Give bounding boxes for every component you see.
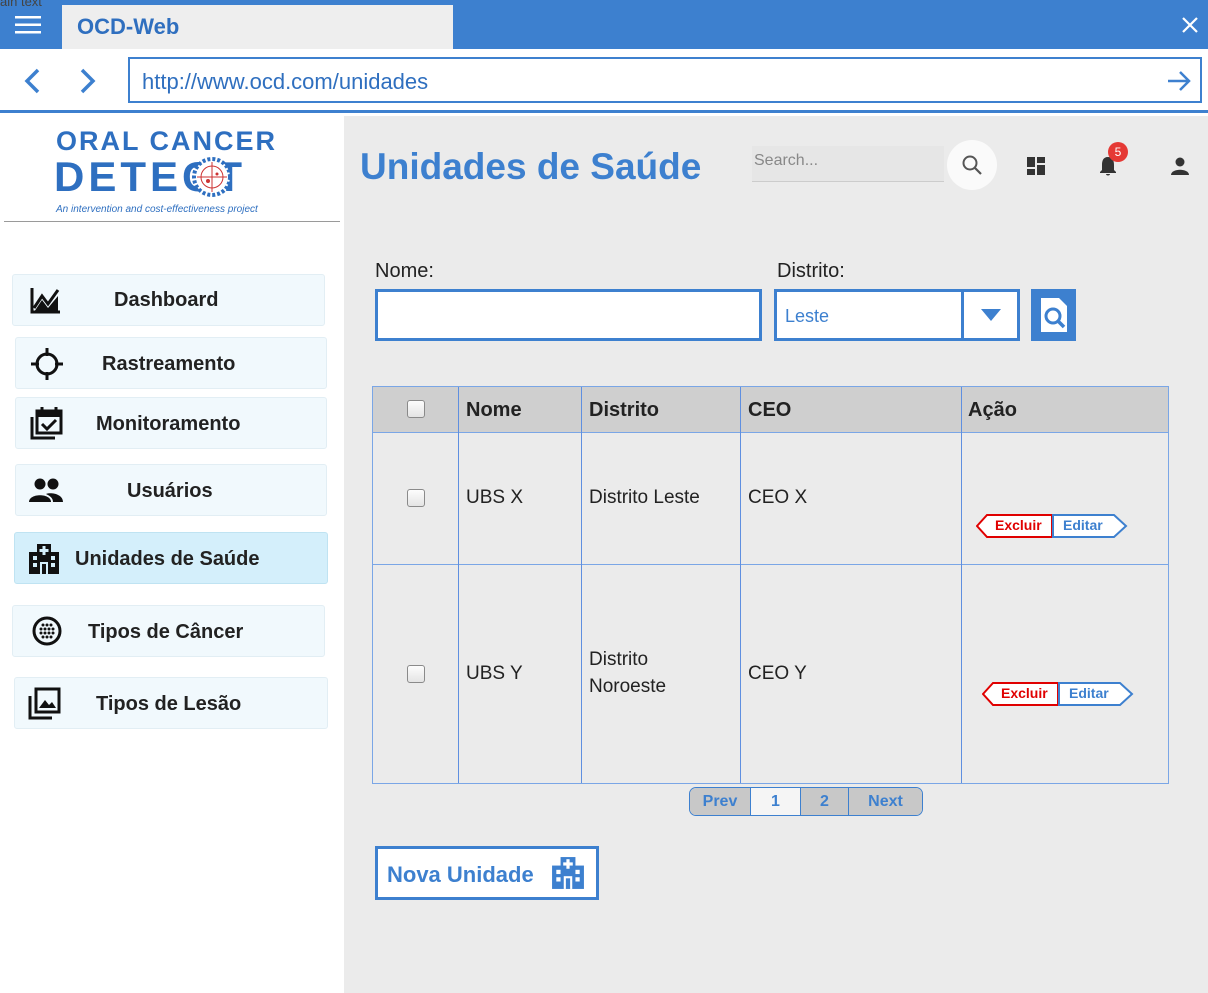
menu-icon[interactable]: [0, 5, 56, 45]
main-content: Unidades de Saúde Search... 5 Nome: Dist…: [344, 116, 1208, 993]
sidebar-item-label: Usuários: [127, 480, 213, 502]
district-select[interactable]: Leste: [774, 289, 1020, 341]
people-icon: [28, 472, 64, 508]
logo-tagline: An intervention and cost-effectiveness p…: [56, 204, 258, 215]
sidebar-item-usuarios[interactable]: Usuários: [15, 464, 327, 516]
sidebar-item-label: Monitoramento: [96, 413, 241, 435]
edit-label: Editar: [1069, 685, 1109, 701]
name-label: Nome:: [375, 260, 434, 282]
select-all-checkbox[interactable]: [407, 400, 425, 418]
hospital-icon: [26, 541, 62, 577]
search-filter-button[interactable]: [1031, 289, 1076, 341]
cell-ceo: CEO X: [748, 487, 808, 508]
edit-label: Editar: [1063, 517, 1103, 533]
delete-label: Excluir: [995, 517, 1042, 533]
hospital-icon: [552, 857, 584, 889]
browser-titlebar: OCD-Web: [0, 0, 1208, 49]
column-header-ceo: CEO: [748, 399, 792, 421]
sidebar-item-dashboard[interactable]: Dashboard: [12, 274, 325, 326]
document-search-icon: [1040, 298, 1067, 332]
forward-arrow-icon[interactable]: [72, 66, 102, 96]
notification-badge: 5: [1108, 142, 1128, 162]
sidebar-item-label: Dashboard: [114, 289, 219, 311]
corner-text: ain text: [0, 0, 42, 9]
sidebar-item-monitoramento[interactable]: Monitoramento: [15, 397, 327, 449]
column-header-acao: Ação: [968, 399, 1017, 421]
cell-distrito-line1: Distrito: [589, 649, 649, 670]
sidebar-item-tipos-cancer[interactable]: Tipos de Câncer: [12, 605, 325, 657]
page-title: Unidades de Saúde: [360, 146, 702, 187]
units-table: Nome Distrito CEO Ação UBS X Distrito Le…: [372, 386, 1169, 784]
sidebar-item-label: Unidades de Saúde: [75, 548, 260, 570]
url-text: http://www.ocd.com/unidades: [142, 69, 429, 94]
prev-page-button[interactable]: Prev: [690, 788, 751, 815]
back-arrow-icon[interactable]: [18, 66, 48, 96]
sidebar-item-label: Tipos de Lesão: [96, 693, 242, 715]
browser-tab[interactable]: OCD-Web: [62, 5, 453, 49]
page-2-button[interactable]: 2: [801, 788, 849, 815]
sidebar-item-label: Tipos de Câncer: [88, 621, 244, 643]
search-input[interactable]: Search...: [752, 146, 944, 182]
district-label: Distrito:: [777, 260, 845, 282]
dashboard-grid-icon[interactable]: [1016, 146, 1056, 186]
pagination: Prev 1 2 Next: [689, 787, 923, 816]
user-icon[interactable]: [1160, 146, 1200, 186]
cell-nome: UBS Y: [466, 663, 523, 684]
address-bar: http://www.ocd.com/unidades: [0, 49, 1208, 113]
sidebar-item-rastreamento[interactable]: Rastreamento: [15, 337, 327, 389]
next-page-button[interactable]: Next: [849, 788, 922, 815]
dotted-circle-icon: [29, 613, 65, 649]
new-unit-label: Nova Unidade: [387, 862, 534, 887]
tab-title: OCD-Web: [77, 14, 180, 39]
logo: ORAL CANCER DETECT An intervention and c…: [4, 116, 340, 222]
district-selected-value: Leste: [785, 306, 830, 326]
target-logo-icon: [192, 157, 232, 197]
sidebar-item-unidades[interactable]: Unidades de Saúde: [14, 532, 328, 584]
new-unit-button[interactable]: Nova Unidade: [375, 846, 599, 900]
sidebar: ORAL CANCER DETECT An intervention and c…: [0, 116, 344, 993]
page-1-button[interactable]: 1: [751, 788, 801, 815]
go-arrow-icon[interactable]: [1164, 66, 1194, 96]
column-header-distrito: Distrito: [589, 399, 659, 421]
crosshair-icon: [29, 346, 65, 382]
row-checkbox[interactable]: [407, 665, 425, 683]
cell-distrito: Distrito Leste: [589, 487, 700, 508]
sidebar-item-label: Rastreamento: [102, 353, 236, 375]
bell-icon[interactable]: 5: [1088, 142, 1128, 186]
name-input[interactable]: [375, 289, 762, 341]
cell-distrito-line2: Noroeste: [589, 676, 667, 697]
column-header-nome: Nome: [466, 399, 522, 421]
delete-button[interactable]: Excluir: [976, 513, 1054, 539]
calendar-check-icon: [28, 405, 64, 441]
sidebar-item-tipos-lesao[interactable]: Tipos de Lesão: [14, 677, 328, 729]
dropdown-arrow-icon[interactable]: [961, 292, 1017, 338]
photo-library-icon: [26, 686, 62, 722]
search-icon[interactable]: [947, 140, 997, 190]
edit-button[interactable]: Editar: [1052, 513, 1128, 539]
cell-ceo: CEO Y: [748, 663, 807, 684]
delete-button[interactable]: Excluir: [982, 681, 1060, 707]
chart-line-icon: [28, 282, 64, 318]
search-placeholder: Search...: [754, 152, 819, 169]
edit-button[interactable]: Editar: [1058, 681, 1134, 707]
url-input[interactable]: http://www.ocd.com/unidades: [128, 57, 1202, 103]
cell-nome: UBS X: [466, 487, 524, 508]
close-icon[interactable]: [1176, 10, 1204, 40]
row-checkbox[interactable]: [407, 489, 425, 507]
delete-label: Excluir: [1001, 685, 1048, 701]
